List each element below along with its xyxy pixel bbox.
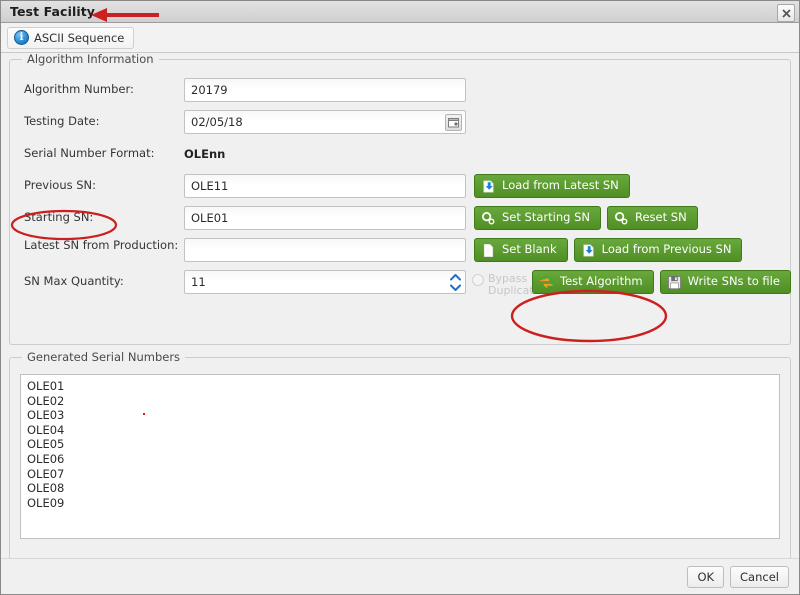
chevron-down-icon	[450, 284, 461, 291]
save-disk-icon	[667, 275, 681, 289]
row-previous-sn: Previous SN: OLE11 Load from Latest SN	[24, 174, 790, 198]
cancel-button[interactable]: Cancel	[730, 565, 789, 588]
import-arrow-icon	[483, 180, 494, 192]
gears-icon	[482, 211, 495, 224]
ok-button[interactable]: OK	[687, 565, 725, 588]
starting-sn-input[interactable]: OLE01	[184, 206, 466, 230]
button-label: Test Algorithm	[560, 274, 643, 289]
row-serial-number-format: Serial Number Format: OLEnn	[24, 142, 790, 166]
list-item[interactable]: OLE05	[27, 437, 779, 452]
spinner-buttons	[448, 272, 463, 292]
tab-label: ASCII Sequence	[34, 30, 125, 45]
sn-max-quantity-spinner[interactable]: 11	[184, 270, 466, 294]
latest-sn-buttons: Set Blank Load from Previous SN	[474, 238, 743, 262]
list-item[interactable]: OLE03	[27, 408, 779, 423]
starting-sn-buttons: Set Starting SN Reset SN	[474, 206, 698, 230]
group-legend: Generated Serial Numbers	[22, 350, 186, 364]
button-label: Reset SN	[634, 210, 687, 225]
spinner-down-button[interactable]	[448, 282, 463, 292]
calendar-picker-button[interactable]	[445, 114, 462, 131]
list-item[interactable]: OLE02	[27, 394, 779, 409]
latest-sn-from-production-input[interactable]	[184, 238, 466, 262]
spinner-up-button[interactable]	[448, 272, 463, 282]
list-item[interactable]: OLE04	[27, 423, 779, 438]
tab-ascii-sequence[interactable]: i ASCII Sequence	[7, 26, 135, 49]
row-latest-sn-from-production: Latest SN from Production: Set Blank Loa…	[24, 238, 790, 262]
close-icon	[781, 8, 791, 18]
dialog-footer: OK Cancel	[1, 558, 799, 594]
algorithm-number-label: Algorithm Number:	[24, 82, 134, 96]
refresh-icon	[539, 275, 554, 288]
window-titlebar: Test Facility	[1, 1, 799, 23]
chevron-up-icon	[450, 273, 461, 280]
import-arrow-icon	[583, 244, 594, 256]
red-dot-annotation	[143, 413, 145, 415]
algorithm-number-input[interactable]: 20179	[184, 78, 466, 102]
previous-sn-buttons: Load from Latest SN	[474, 174, 630, 198]
dialog-content: Algorithm Information Algorithm Number: …	[1, 53, 799, 558]
row-algorithm-number: Algorithm Number: 20179	[24, 78, 790, 102]
algorithm-form: Algorithm Number: 20179 Testing Date: 02…	[10, 60, 791, 297]
group-legend: Algorithm Information	[22, 53, 159, 66]
generated-serial-numbers-group: Generated Serial Numbers OLE01 OLE02 OLE03…	[9, 350, 791, 558]
button-label: Write SNs to file	[687, 274, 780, 289]
gears-icon	[615, 211, 628, 224]
reset-sn-button[interactable]: Reset SN	[606, 206, 698, 230]
tab-strip: i ASCII Sequence	[1, 23, 799, 53]
load-from-latest-sn-button[interactable]: Load from Latest SN	[474, 174, 630, 198]
checkbox-box-icon	[472, 274, 484, 286]
list-item[interactable]: OLE06	[27, 452, 779, 467]
previous-sn-input[interactable]: OLE11	[184, 174, 466, 198]
testing-date-input[interactable]: 02/05/18	[184, 110, 466, 134]
latest-sn-from-production-label: Latest SN from Production:	[24, 238, 179, 252]
serial-number-format-label: Serial Number Format:	[24, 146, 155, 160]
algorithm-information-group: Algorithm Information Algorithm Number: …	[9, 53, 791, 345]
set-blank-button[interactable]: Set Blank	[474, 238, 568, 262]
button-label: Load from Previous SN	[601, 242, 732, 257]
button-label: Set Starting SN	[502, 210, 590, 225]
bypass-duplicate-checkbox[interactable]: Bypass Duplicate	[472, 270, 540, 297]
list-item[interactable]: OLE09	[27, 496, 779, 511]
generated-serial-numbers-list[interactable]: OLE01 OLE02 OLE03 OLE04 OLE05 OLE06 OLE07 OLE08…	[20, 374, 780, 539]
row-sn-max-quantity: SN Max Quantity: 11 Bypass Duplicate Tes…	[24, 270, 791, 297]
list-item[interactable]: OLE01	[27, 379, 779, 394]
write-sns-to-file-button[interactable]: Write SNs to file	[659, 270, 791, 294]
previous-sn-label: Previous SN:	[24, 178, 97, 192]
window-title: Test Facility	[10, 4, 96, 19]
testing-date-label: Testing Date:	[24, 114, 100, 128]
sn-max-quantity-label: SN Max Quantity:	[24, 274, 124, 288]
info-icon: i	[14, 30, 29, 45]
serial-number-format-value: OLEnn	[184, 147, 226, 161]
list-item[interactable]: OLE07	[27, 467, 779, 482]
button-label: Set Blank	[502, 242, 557, 257]
load-from-previous-sn-button[interactable]: Load from Previous SN	[573, 238, 743, 262]
testing-date-value: 02/05/18	[191, 115, 243, 129]
blank-page-icon	[483, 243, 494, 257]
test-algorithm-button[interactable]: Test Algorithm	[532, 270, 654, 294]
sn-max-quantity-value: 11	[191, 275, 206, 289]
calendar-icon	[448, 118, 459, 128]
button-label: Load from Latest SN	[502, 178, 619, 193]
list-item[interactable]: OLE08	[27, 481, 779, 496]
sn-action-buttons: Test Algorithm Write SNs to file	[532, 270, 791, 294]
row-testing-date: Testing Date: 02/05/18	[24, 110, 790, 134]
close-button[interactable]	[777, 4, 795, 22]
test-facility-window: Test Facility i ASCII Sequence Algorithm…	[0, 0, 800, 595]
starting-sn-label: Starting SN:	[24, 210, 94, 224]
set-starting-sn-button[interactable]: Set Starting SN	[474, 206, 601, 230]
row-starting-sn: Starting SN: OLE01 Set Starting SN Reset…	[24, 206, 790, 230]
